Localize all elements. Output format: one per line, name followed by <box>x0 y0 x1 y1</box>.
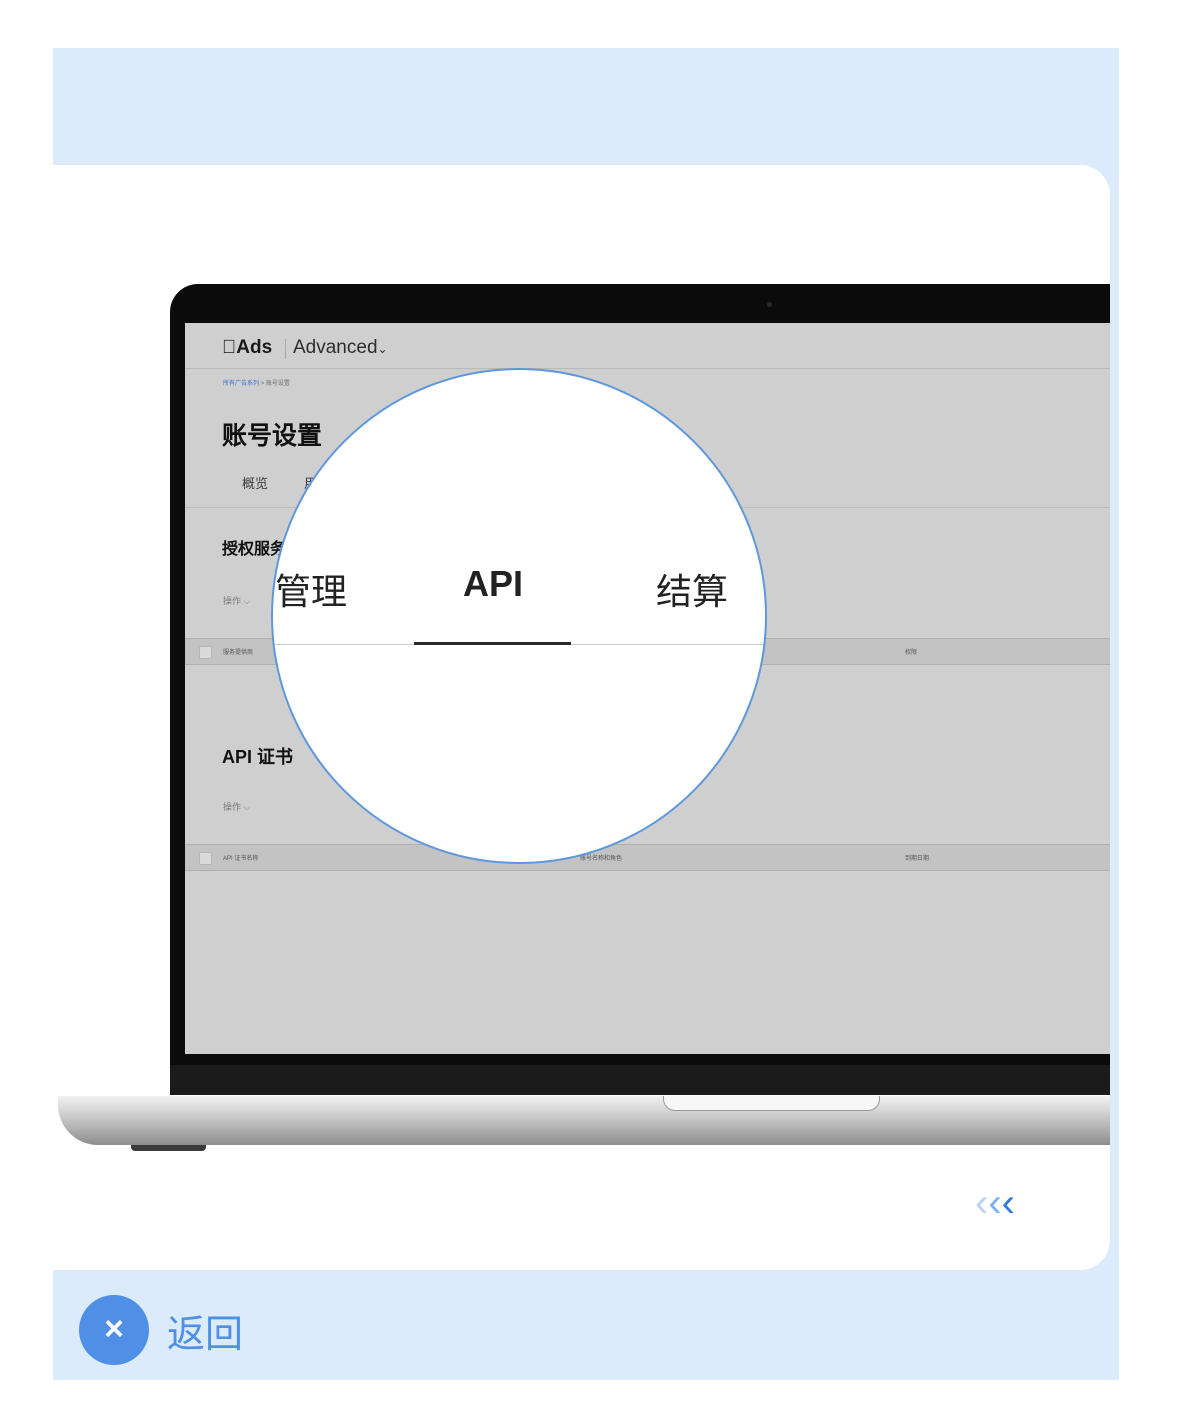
breadcrumb-separator: > <box>260 381 265 387</box>
active-tab-indicator <box>414 642 571 645</box>
magnified-tab-billing[interactable]: 结算 <box>656 563 728 615</box>
product-switcher[interactable]: Advanced⌄ <box>293 337 388 359</box>
api-actions-menu[interactable]: 操作 ⌵ <box>223 800 250 813</box>
back-button-label[interactable]: 返回 <box>167 1303 243 1358</box>
swipe-hint-chevrons[interactable]: ‹‹‹ <box>975 1183 1015 1223</box>
magnified-tab-api[interactable]: API <box>463 563 523 605</box>
close-button[interactable]: × <box>79 1295 149 1365</box>
column-header-expiry: 到期日期 <box>905 856 930 862</box>
chevron-left-icon: ‹ <box>988 1181 1002 1225</box>
tab-overview[interactable]: 概览 <box>242 473 268 492</box>
auth-actions-menu[interactable]: 操作 ⌵ <box>223 594 250 607</box>
select-all-checkbox[interactable] <box>199 852 212 865</box>
breadcrumb-parent-link[interactable]: 所有广告系列 <box>223 381 259 387</box>
laptop-foot <box>131 1145 206 1151</box>
chevron-left-icon: ‹ <box>975 1181 989 1225</box>
magnifier-lens: 管理 API 结算 <box>271 368 767 864</box>
laptop-chin <box>170 1065 1110 1095</box>
close-icon: × <box>104 1310 124 1348</box>
ads-logo: Ads <box>222 337 272 358</box>
column-header-cert-name: API 证书名称 <box>223 856 259 862</box>
illustration-card: Ads Advanced⌄ 所有广告系列 > 账号设置 账号设置 概览 用 授… <box>53 165 1110 1270</box>
chevron-down-icon: ⌄ <box>377 342 388 356</box>
camera-dot <box>767 302 772 307</box>
page-title: 账号设置 <box>222 422 323 450</box>
section-title-api-certificates: API 证书 <box>222 747 294 767</box>
magnified-tab-manage[interactable]: 管理 <box>275 563 347 615</box>
breadcrumb: 所有广告系列 > 账号设置 <box>223 378 290 387</box>
section-title-auth: 授权服务 <box>222 541 287 558</box>
api-table-header: API 证书名称 账号名称和角色 到期日期 <box>185 844 1110 871</box>
laptop-base <box>58 1096 1110 1145</box>
column-header-provider: 服务提供商 <box>223 650 254 656</box>
header-divider <box>285 339 286 359</box>
chevron-left-icon: ‹ <box>1001 1181 1015 1225</box>
apple-logo-icon:  <box>222 337 236 358</box>
column-header-permissions: 权限 <box>905 650 918 656</box>
tutorial-panel: Ads Advanced⌄ 所有广告系列 > 账号设置 账号设置 概览 用 授… <box>53 48 1119 1380</box>
laptop-opening-notch <box>663 1096 880 1111</box>
select-all-checkbox[interactable] <box>199 646 212 659</box>
breadcrumb-current: 账号设置 <box>265 381 290 387</box>
header-border <box>185 368 1110 369</box>
